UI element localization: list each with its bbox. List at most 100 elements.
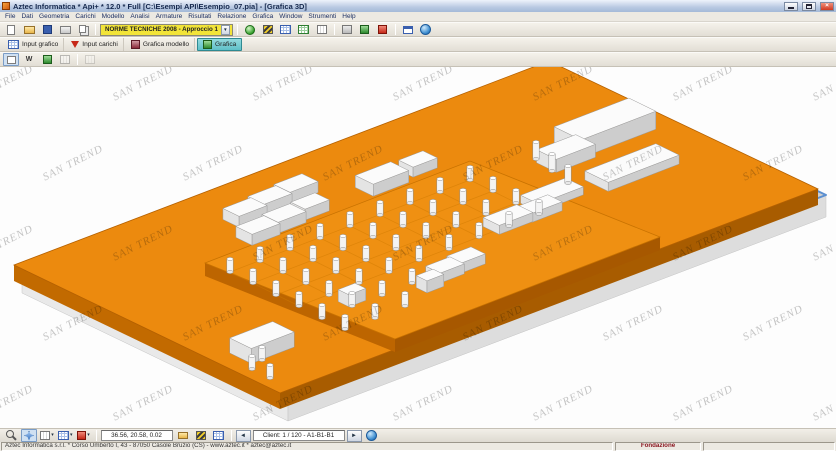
select-tool-button[interactable] xyxy=(3,53,19,66)
run-analysis-button[interactable] xyxy=(357,23,373,36)
save-view-icon xyxy=(196,431,206,440)
window-layout-button[interactable] xyxy=(400,23,416,36)
open-file-button[interactable] xyxy=(21,23,37,36)
previous-element-button[interactable]: ◄ xyxy=(236,430,251,442)
print-button[interactable] xyxy=(57,23,73,36)
save-button[interactable] xyxy=(39,23,55,36)
menu-item-geometria[interactable]: Geometria xyxy=(36,13,72,20)
tab-grafica[interactable]: Grafica xyxy=(197,38,242,51)
tools-icon xyxy=(342,25,352,34)
open-folder-icon xyxy=(178,432,188,439)
current-element-display: Client: 1 / 120 - A1-B1-B1 xyxy=(253,430,345,441)
minimize-icon xyxy=(788,7,794,9)
menu-item-window[interactable]: Window xyxy=(276,13,305,20)
layer-options-button[interactable]: ▾ xyxy=(57,429,74,442)
main-toolbar: NORME TECNICHE 2008 - Approccio 1 ▼ xyxy=(0,22,836,37)
web-button[interactable] xyxy=(418,23,434,36)
bottom-toolbar: ▾ ▾ ▾ 36.56, 20.58, 0.02 ◄ Client: 1 / 1… xyxy=(0,428,836,442)
load-table-button[interactable] xyxy=(278,23,294,36)
printer-icon xyxy=(60,26,71,34)
shaded-view-icon xyxy=(60,55,70,64)
norm-selector[interactable]: NORME TECNICHE 2008 - Approccio 1 ▼ xyxy=(100,24,233,36)
grafica-modello-icon xyxy=(131,40,140,49)
toolbar-separator xyxy=(237,24,238,35)
points-view-icon xyxy=(85,55,95,64)
materials-button[interactable] xyxy=(242,23,258,36)
layers-icon xyxy=(58,431,69,440)
menu-item-help[interactable]: Help xyxy=(339,13,358,20)
open-view-button[interactable] xyxy=(175,429,191,442)
save-view-button[interactable] xyxy=(193,429,209,442)
window-layout-icon xyxy=(403,26,413,34)
input-grafico-icon xyxy=(8,40,19,49)
menu-item-strumenti[interactable]: Strumenti xyxy=(305,13,339,20)
combinations-table-icon xyxy=(298,25,309,34)
scene-svg xyxy=(0,67,836,428)
tools-button[interactable] xyxy=(339,23,355,36)
pan-icon xyxy=(24,431,34,441)
chevron-down-icon: ▾ xyxy=(51,433,54,438)
magnifier-icon xyxy=(6,430,17,441)
tab-input-carichi[interactable]: Input carichi xyxy=(66,38,124,51)
zoom-tool-button[interactable] xyxy=(3,429,19,442)
copy-button[interactable] xyxy=(75,23,91,36)
view-options-toolbar: W xyxy=(0,52,836,67)
pan-tool-button[interactable] xyxy=(21,429,37,442)
menu-item-modello[interactable]: Modello xyxy=(99,13,128,20)
minimize-button[interactable] xyxy=(784,2,798,11)
norm-label: NORME TECNICHE 2008 - Approccio 1 xyxy=(105,26,218,33)
menu-item-grafica[interactable]: Grafica xyxy=(249,13,276,20)
status-extra-panel xyxy=(703,442,835,451)
sections-button[interactable] xyxy=(260,23,276,36)
load-table-icon xyxy=(280,25,291,34)
snap-options-button[interactable]: ▾ xyxy=(39,429,55,442)
globe-icon xyxy=(366,430,377,441)
menu-item-risultati[interactable]: Risultati xyxy=(185,13,214,20)
new-file-icon xyxy=(7,25,15,35)
input-carichi-icon xyxy=(71,41,79,48)
menu-item-file[interactable]: File xyxy=(2,13,18,20)
chevron-down-icon: ▾ xyxy=(70,433,73,438)
materials-sphere-icon xyxy=(245,25,255,35)
application-window: Aztec Informatica * Api+ * 12.0 * Full [… xyxy=(0,0,836,451)
solid-view-button[interactable] xyxy=(39,53,55,66)
menu-item-armature[interactable]: Armature xyxy=(153,13,186,20)
points-view-button[interactable] xyxy=(82,53,98,66)
toolbar-separator xyxy=(77,54,78,65)
menu-item-relazione[interactable]: Relazione xyxy=(214,13,249,20)
tab-label: Grafica xyxy=(215,41,236,48)
copy-icon xyxy=(79,25,86,33)
wireframe-icon: W xyxy=(26,56,33,63)
tab-label: Grafica modello xyxy=(143,41,189,48)
toolbar-separator xyxy=(334,24,335,35)
sections-icon xyxy=(263,25,273,34)
menu-item-carichi[interactable]: Carichi xyxy=(72,13,98,20)
norm-dropdown-arrow[interactable]: ▼ xyxy=(221,25,230,35)
color-picker-button[interactable]: ▾ xyxy=(76,429,92,442)
new-file-button[interactable] xyxy=(3,23,19,36)
menu-item-analisi[interactable]: Analisi xyxy=(127,13,152,20)
toolbar-separator xyxy=(231,430,232,441)
tab-input-grafico[interactable]: Input grafico xyxy=(3,38,64,51)
tab-label: Input carichi xyxy=(82,41,118,48)
toolbar-separator xyxy=(96,430,97,441)
world-view-button[interactable] xyxy=(364,429,380,442)
view-tabs-toolbar: Input grafico Input carichi Grafica mode… xyxy=(0,37,836,52)
stop-button[interactable] xyxy=(375,23,391,36)
mesh-button[interactable] xyxy=(314,23,330,36)
color-swatch-icon xyxy=(77,431,86,440)
coordinates-display: 36.56, 20.58, 0.02 xyxy=(101,430,173,441)
run-analysis-icon xyxy=(360,25,369,34)
close-button[interactable]: × xyxy=(820,2,834,11)
shaded-view-button[interactable] xyxy=(57,53,73,66)
viewport-3d[interactable]: SAN TRENDSAN TRENDSAN TRENDSAN TRENDSAN … xyxy=(0,67,836,428)
table-view-button[interactable] xyxy=(211,429,227,442)
tab-grafica-modello[interactable]: Grafica modello xyxy=(126,38,195,51)
toolbar-separator xyxy=(95,24,96,35)
toolbar-separator xyxy=(395,24,396,35)
menu-item-dati[interactable]: Dati xyxy=(18,13,36,20)
maximize-button[interactable] xyxy=(802,2,816,11)
next-element-button[interactable]: ► xyxy=(347,430,362,442)
wireframe-button[interactable]: W xyxy=(21,53,37,66)
combinations-button[interactable] xyxy=(296,23,312,36)
